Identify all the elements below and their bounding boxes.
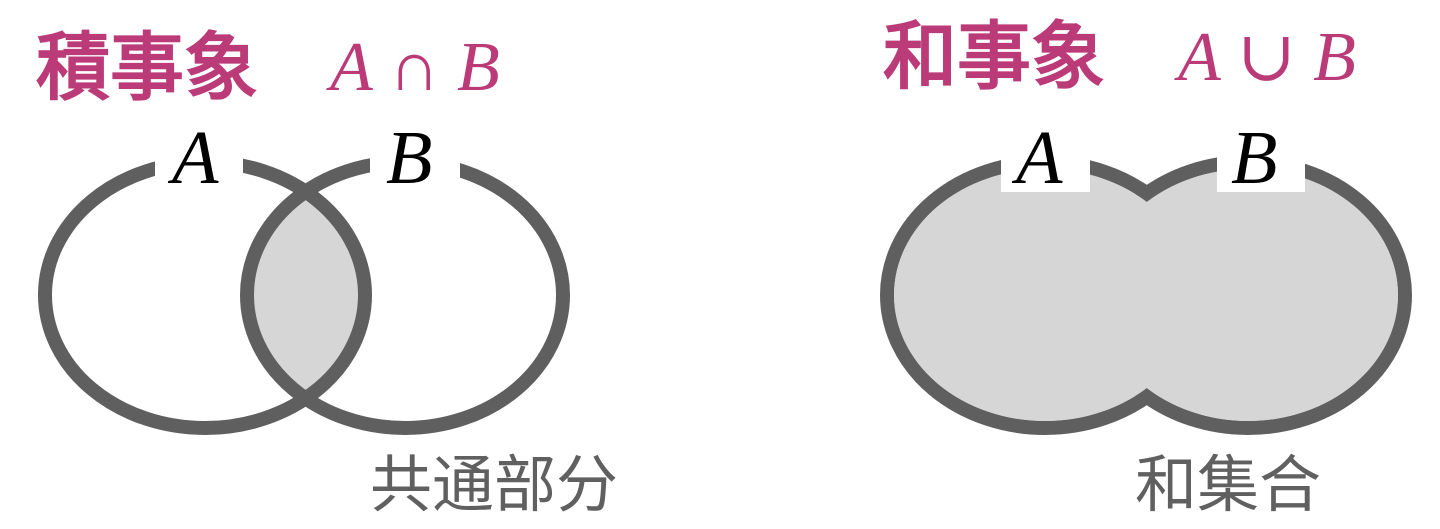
- union-caption: 和集合: [1135, 448, 1321, 521]
- intersection-diagram: 積事象 A ∩ B A B 共通部分: [36, 25, 618, 521]
- set-b-label: B: [386, 116, 432, 200]
- intersection-notation: A ∩ B: [326, 29, 500, 106]
- set-a-label: A: [167, 116, 219, 200]
- union-set-a-label: A: [1011, 116, 1063, 200]
- venn-diagrams: 積事象 A ∩ B A B 共通部分 和事象 A ∪ B A B 和集合: [36, 14, 1412, 521]
- intersection-title: 積事象: [36, 25, 258, 111]
- union-notation: A ∪ B: [1174, 19, 1356, 96]
- union-title: 和事象: [883, 14, 1105, 100]
- union-diagram: 和事象 A ∪ B A B 和集合: [880, 14, 1412, 521]
- union-set-b-label: B: [1231, 116, 1277, 200]
- intersection-caption: 共通部分: [370, 448, 618, 521]
- set-b-region: [1098, 169, 1398, 421]
